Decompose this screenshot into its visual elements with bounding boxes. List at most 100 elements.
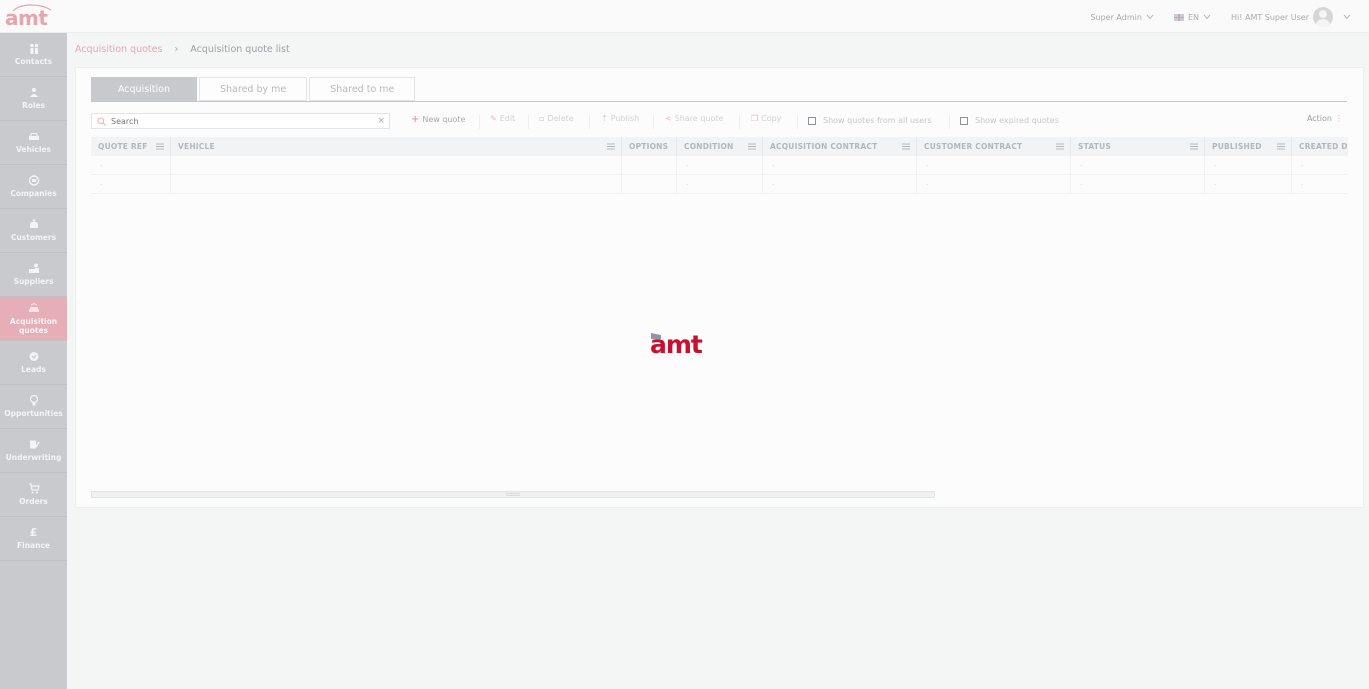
column-header-quote-ref[interactable]: QUOTE REF xyxy=(91,137,171,156)
sidebar-item-customers[interactable]: Customers xyxy=(0,209,67,253)
acquisition-quotes-icon xyxy=(28,302,39,312)
search-box[interactable]: × xyxy=(91,113,390,129)
copy-button[interactable]: ❐ Copy xyxy=(751,114,781,123)
loading-logo-text: amt xyxy=(650,330,703,359)
toolbar: × + New quote ✎ Edit ▫ Delete ⇡ Publish … xyxy=(91,111,1347,131)
sidebar-item-label: Orders xyxy=(19,497,48,506)
action-menu-button[interactable]: Action ⋮ xyxy=(1307,114,1343,123)
tab-acquisition[interactable]: Acquisition xyxy=(91,77,197,101)
cell-published: - xyxy=(1205,175,1292,194)
horizontal-scrollbar[interactable] xyxy=(91,491,935,498)
sidebar-item-label: Leads xyxy=(21,365,46,374)
suppliers-icon xyxy=(28,263,39,273)
column-header-label: PUBLISHED xyxy=(1212,142,1262,151)
tab-shared-to-me[interactable]: Shared to me xyxy=(309,77,416,101)
chevron-down-icon xyxy=(1343,14,1351,20)
column-header-label: VEHICLE xyxy=(178,142,215,151)
language-selector[interactable]: EN xyxy=(1173,12,1211,22)
sidebar-item-roles[interactable]: Roles xyxy=(0,77,67,121)
column-menu-icon[interactable] xyxy=(1277,143,1285,150)
scrollbar-grip-icon[interactable] xyxy=(506,493,520,496)
cell-condition: - xyxy=(677,175,763,194)
clear-search-icon[interactable]: × xyxy=(377,116,385,126)
uk-flag-icon xyxy=(1173,13,1184,21)
cell-created-date: - xyxy=(1301,180,1304,189)
user-controls: Super Admin EN Hi! AMT Super User xyxy=(1070,7,1351,27)
checkbox[interactable] xyxy=(960,116,968,125)
cell-customer-contract: - xyxy=(917,175,1071,194)
column-header-acquisition-contract[interactable]: ACQUISITION CONTRACT xyxy=(763,137,917,156)
sidebar-item-finance[interactable]: £ Finance xyxy=(0,517,67,561)
content-panel: Acquisition Shared by me Shared to me × … xyxy=(75,67,1364,508)
breadcrumb-current: Acquisition quote list xyxy=(190,44,290,55)
cell-options xyxy=(622,156,677,175)
column-header-created-date[interactable]: CREATED D xyxy=(1292,137,1348,156)
toolbar-divider xyxy=(797,115,798,129)
breadcrumb: Acquisition quotes › Acquisition quote l… xyxy=(75,44,290,55)
tab-divider xyxy=(91,101,1347,102)
logo-text: amt xyxy=(5,6,48,30)
kebab-menu-icon: ⋮ xyxy=(1335,114,1343,123)
sidebar-item-acquisition-quotes[interactable]: Acquisition quotes xyxy=(0,297,67,341)
cell-condition: - xyxy=(677,156,763,175)
language-label: EN xyxy=(1187,12,1199,22)
delete-label: Delete xyxy=(547,114,574,123)
column-menu-icon[interactable] xyxy=(902,143,910,150)
column-header-status[interactable]: STATUS xyxy=(1071,137,1205,156)
sidebar-item-leads[interactable]: Leads xyxy=(0,341,67,385)
sidebar-item-orders[interactable]: Orders xyxy=(0,473,67,517)
column-header-vehicle[interactable]: VEHICLE xyxy=(171,137,622,156)
column-menu-icon[interactable] xyxy=(1056,143,1064,150)
pencil-icon: ✎ xyxy=(490,114,497,123)
toolbar-divider xyxy=(589,115,590,129)
plus-icon: + xyxy=(411,114,420,125)
edit-button[interactable]: ✎ Edit xyxy=(490,114,515,123)
sidebar-item-suppliers[interactable]: Suppliers xyxy=(0,253,67,297)
copy-label: Copy xyxy=(761,114,782,123)
sidebar: Contacts Roles Vehicles Companies Custom… xyxy=(0,33,67,689)
search-input[interactable] xyxy=(111,115,371,127)
sidebar-item-label: Finance xyxy=(17,541,50,550)
user-greeting: Hi! AMT Super User xyxy=(1230,12,1309,22)
sidebar-item-underwriting[interactable]: Underwriting xyxy=(0,429,67,473)
breadcrumb-link-acquisition-quotes[interactable]: Acquisition quotes xyxy=(75,44,162,55)
show-expired-checkbox[interactable]: Show expired quotes xyxy=(960,116,1059,125)
sidebar-item-opportunities[interactable]: Opportunities xyxy=(0,385,67,429)
column-header-customer-contract[interactable]: CUSTOMER CONTRACT xyxy=(917,137,1071,156)
publish-button[interactable]: ⇡ Publish xyxy=(601,114,639,123)
sidebar-item-label: Opportunities xyxy=(4,409,63,418)
cell-acquisition-contract: - xyxy=(763,156,917,175)
cell-vehicle xyxy=(171,156,622,175)
share-quote-button[interactable]: < Share quote xyxy=(665,114,723,123)
pound-icon: £ xyxy=(29,526,38,539)
delete-button[interactable]: ▫ Delete xyxy=(539,114,574,123)
column-header-condition[interactable]: CONDITION xyxy=(677,137,763,156)
sidebar-item-vehicles[interactable]: Vehicles xyxy=(0,121,67,165)
column-header-options[interactable]: OPTIONS xyxy=(622,137,677,156)
action-label: Action xyxy=(1306,114,1332,123)
sidebar-item-label: Contacts xyxy=(14,57,53,66)
sidebar-item-companies[interactable]: Companies xyxy=(0,165,67,209)
contacts-icon xyxy=(29,43,38,54)
show-all-users-label: Show quotes from all users xyxy=(823,116,932,125)
quotes-table: QUOTE REF VEHICLE OPTIONS CONDITION ACQU… xyxy=(91,137,1348,199)
trash-icon: ▫ xyxy=(539,114,545,123)
user-menu[interactable]: Hi! AMT Super User xyxy=(1231,7,1351,27)
loading-logo: amt xyxy=(650,331,720,359)
show-expired-label: Show expired quotes xyxy=(975,116,1059,125)
column-menu-icon[interactable] xyxy=(607,143,615,150)
show-all-users-checkbox[interactable]: Show quotes from all users xyxy=(808,116,932,125)
table-row[interactable]: - - - - - - - xyxy=(91,175,1348,194)
new-quote-button[interactable]: + New quote xyxy=(411,114,465,125)
app-logo[interactable]: amt xyxy=(5,4,59,30)
column-menu-icon[interactable] xyxy=(156,143,164,150)
role-selector[interactable]: Super Admin xyxy=(1090,13,1154,22)
tab-shared-by-me[interactable]: Shared by me xyxy=(199,77,308,101)
checkbox[interactable] xyxy=(808,116,816,125)
tab-bar: Acquisition Shared by me Shared to me xyxy=(91,77,417,101)
column-header-published[interactable]: PUBLISHED xyxy=(1205,137,1292,156)
sidebar-item-contacts[interactable]: Contacts xyxy=(0,33,67,77)
column-menu-icon[interactable] xyxy=(748,143,756,150)
column-menu-icon[interactable] xyxy=(1190,143,1198,150)
table-row[interactable]: - - - - - - - xyxy=(91,156,1348,175)
